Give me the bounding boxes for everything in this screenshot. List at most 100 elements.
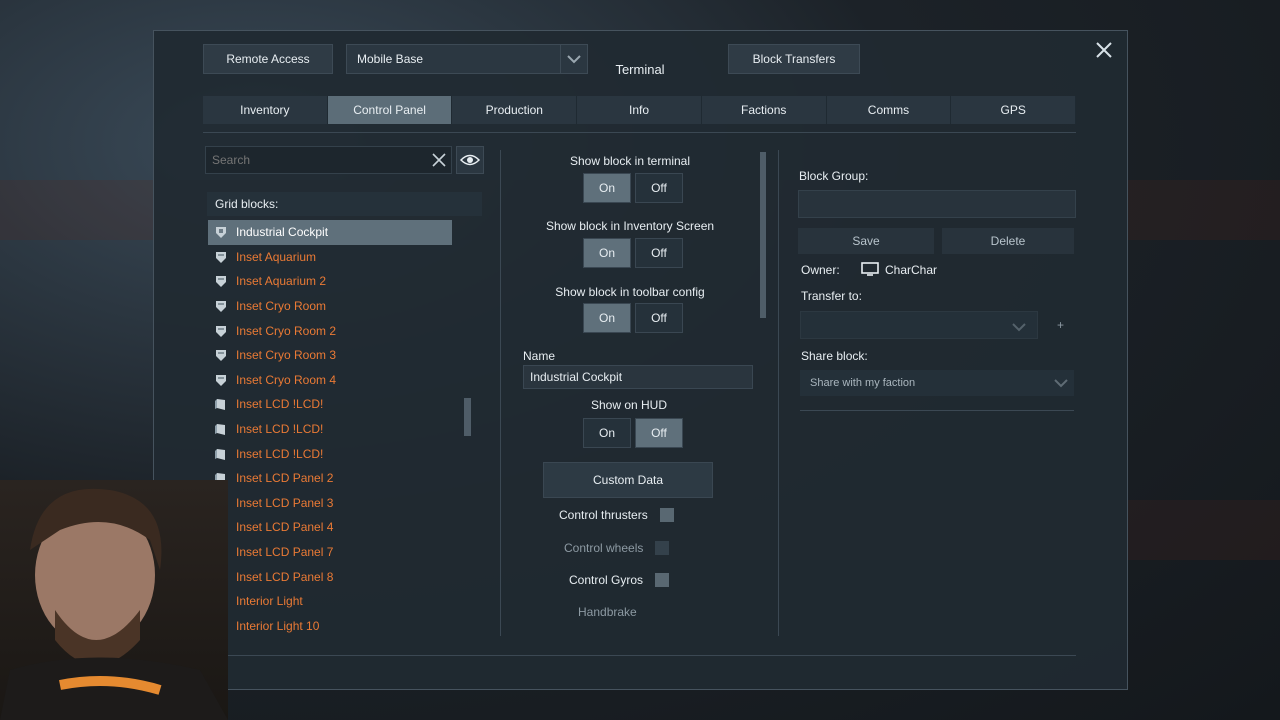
- show-hud-off-button[interactable]: Off: [635, 418, 683, 448]
- show-inventory-toggle: On Off: [583, 238, 683, 268]
- tab-control-panel[interactable]: Control Panel: [327, 96, 453, 124]
- block-list-item[interactable]: Inset Aquarium 2: [208, 269, 452, 294]
- share-block-dropdown[interactable]: Share with my faction: [800, 370, 1074, 396]
- lcd-icon: [213, 397, 229, 411]
- shield-block-icon: [213, 250, 229, 264]
- shield-block-icon: [213, 274, 229, 288]
- block-list-item[interactable]: Inset LCD !LCD!: [208, 441, 452, 466]
- control-wheels-checkbox[interactable]: [655, 541, 670, 555]
- block-list-item-label: Inset Cryo Room 4: [236, 372, 337, 387]
- control-thrusters-checkbox[interactable]: [659, 508, 674, 522]
- block-list-item[interactable]: Inset LCD Panel 8: [208, 564, 452, 589]
- block-list-scrollbar[interactable]: [464, 398, 471, 436]
- show-inventory-off-button[interactable]: Off: [635, 238, 683, 268]
- block-list-item[interactable]: Interior Light 10: [208, 614, 452, 637]
- share-block-value: Share with my faction: [810, 377, 916, 389]
- block-list-item[interactable]: Inset Cryo Room 4: [208, 368, 452, 393]
- show-hud-toggle: On Off: [583, 418, 683, 448]
- owner-name: CharChar: [885, 263, 938, 277]
- control-thrusters-row: Control thrusters: [559, 508, 674, 522]
- webcam-overlay: [0, 480, 228, 720]
- terminal-tabs: Inventory Control Panel Production Info …: [203, 96, 1077, 124]
- column-divider-left: [500, 150, 501, 636]
- block-group-label: Block Group:: [799, 169, 869, 183]
- lcd-icon: [213, 447, 229, 461]
- grid-select-dropdown[interactable]: Mobile Base: [346, 44, 588, 74]
- block-list-item-label: Inset LCD Panel 3: [236, 495, 334, 510]
- shield-block-icon: [213, 373, 229, 387]
- footer-divider: [203, 655, 1076, 656]
- block-list: Industrial Cockpit Inset Aquarium Inset Aq…: [208, 220, 452, 636]
- show-terminal-off-button[interactable]: Off: [635, 173, 683, 203]
- tab-info[interactable]: Info: [577, 96, 702, 124]
- block-list-item[interactable]: Inset Cryo Room 3: [208, 343, 452, 368]
- name-input[interactable]: Industrial Cockpit: [523, 365, 753, 389]
- tab-gps[interactable]: GPS: [951, 96, 1077, 124]
- block-list-item-label: Inset LCD Panel 4: [236, 520, 334, 535]
- settings-scrollbar[interactable]: [760, 152, 766, 318]
- remote-access-button[interactable]: Remote Access: [203, 44, 333, 74]
- visibility-toggle-icon[interactable]: [456, 146, 484, 174]
- monitor-icon: [860, 261, 880, 282]
- block-list-item[interactable]: Inset Cryo Room 2: [208, 318, 452, 343]
- custom-data-button[interactable]: Custom Data: [543, 462, 713, 498]
- block-list-item[interactable]: Inset LCD !LCD!: [208, 392, 452, 417]
- show-inventory-on-button[interactable]: On: [583, 238, 631, 268]
- block-list-item-label: Interior Light 10: [236, 618, 320, 633]
- tab-production[interactable]: Production: [452, 96, 578, 124]
- block-list-item-label: Inset LCD !LCD!: [236, 446, 324, 461]
- close-icon[interactable]: [1094, 40, 1114, 60]
- chevron-down-icon[interactable]: [560, 45, 587, 73]
- block-list-item-label: Inset Cryo Room 2: [236, 323, 337, 338]
- shield-block-icon: [213, 324, 229, 338]
- block-list-item[interactable]: Inset Cryo Room: [208, 294, 452, 319]
- show-terminal-on-button[interactable]: On: [583, 173, 631, 203]
- delete-button[interactable]: Delete: [942, 228, 1074, 254]
- search-input[interactable]: [206, 152, 427, 168]
- block-list-item[interactable]: Inset LCD Panel 4: [208, 515, 452, 540]
- handbrake-checkbox[interactable]: [649, 605, 663, 619]
- block-list-item[interactable]: Industrial Cockpit: [208, 220, 452, 245]
- block-list-item-label: Interior Light: [236, 594, 303, 609]
- block-list-item[interactable]: Inset LCD Panel 7: [208, 540, 452, 565]
- control-gyros-checkbox[interactable]: [655, 573, 670, 587]
- show-toolbar-off-button[interactable]: Off: [635, 303, 683, 333]
- save-button[interactable]: Save: [798, 228, 934, 254]
- terminal-title: Terminal: [615, 62, 665, 77]
- tab-comms[interactable]: Comms: [826, 96, 952, 124]
- block-list-item[interactable]: Inset LCD Panel 3: [208, 491, 452, 516]
- show-toolbar-on-button[interactable]: On: [583, 303, 631, 333]
- transfer-to-dropdown[interactable]: [800, 311, 1038, 339]
- block-list-item-label: Inset Cryo Room: [236, 299, 327, 314]
- block-transfers-button[interactable]: Block Transfers: [728, 44, 860, 74]
- header-divider: [203, 132, 1076, 133]
- show-hud-on-button[interactable]: On: [583, 418, 631, 448]
- block-list-item-label: Inset Cryo Room 3: [236, 348, 337, 363]
- owner-label: Owner:: [801, 263, 840, 277]
- clear-search-icon[interactable]: [427, 148, 451, 172]
- show-hud-label: Show on HUD: [590, 398, 668, 412]
- transfer-plus-button[interactable]: +: [1057, 318, 1064, 332]
- block-group-input[interactable]: [798, 190, 1076, 218]
- grid-blocks-header: Grid blocks:: [207, 192, 482, 216]
- share-block-label: Share block:: [801, 349, 868, 363]
- block-list-item[interactable]: Inset LCD !LCD!: [208, 417, 452, 442]
- transfer-chevron-down-icon[interactable]: [1012, 319, 1026, 337]
- tab-inventory[interactable]: Inventory: [203, 96, 328, 124]
- tab-factions[interactable]: Factions: [701, 96, 827, 124]
- control-wheels-label: Control wheels: [564, 541, 644, 555]
- name-label: Name: [523, 349, 556, 363]
- lcd-icon: [213, 422, 229, 436]
- block-list-item[interactable]: Inset LCD Panel 2: [208, 466, 452, 491]
- show-toolbar-toggle: On Off: [583, 303, 683, 333]
- column-divider-right: [778, 150, 779, 636]
- share-chevron-down-icon[interactable]: [1048, 378, 1074, 388]
- block-list-item-label: Industrial Cockpit: [236, 225, 329, 240]
- block-list-item[interactable]: Interior Light: [208, 589, 452, 614]
- show-inventory-label: Show block in Inventory Screen: [545, 219, 715, 233]
- block-list-item-label: Inset LCD !LCD!: [236, 397, 324, 412]
- block-list-item-label: Inset LCD Panel 7: [236, 545, 334, 560]
- control-thrusters-label: Control thrusters: [559, 508, 648, 522]
- block-list-item[interactable]: Inset Aquarium: [208, 245, 452, 270]
- show-terminal-toggle: On Off: [583, 173, 683, 203]
